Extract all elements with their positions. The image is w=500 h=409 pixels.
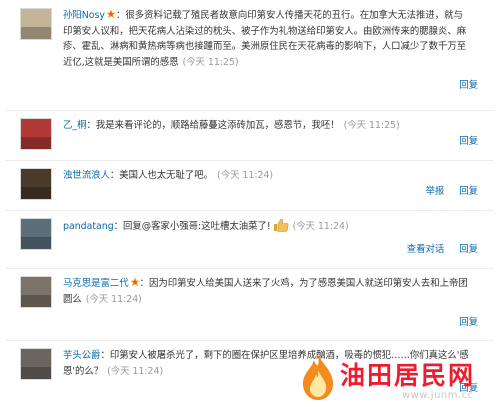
site-watermark: 油田居民网 www.junm.cc bbox=[292, 352, 500, 409]
user-avatar[interactable] bbox=[20, 218, 52, 250]
user-avatar[interactable] bbox=[20, 348, 52, 380]
reply-link[interactable]: 回复 bbox=[459, 186, 478, 197]
username-link[interactable]: 芋头公爵 bbox=[63, 350, 101, 361]
username-link[interactable]: pandatang bbox=[63, 221, 114, 232]
username-link[interactable]: 孙阳Nosy bbox=[63, 10, 105, 21]
reply-link[interactable]: 回复 bbox=[459, 244, 478, 255]
user-avatar[interactable] bbox=[20, 168, 52, 200]
watermark-url: www.junm.cc bbox=[402, 390, 474, 401]
comment-time: (今天 11:24) bbox=[292, 221, 349, 232]
comment-text: ：我是来看评论的，顺路给藤蔓这添砖加瓦，感恩节，我呸！ bbox=[86, 120, 340, 131]
comment-body: 乙_桐：我是来看评论的，顺路给藤蔓这添砖加瓦，感恩节，我呸！ (今天 11:25) bbox=[63, 118, 470, 134]
verified-star-icon bbox=[106, 9, 116, 19]
comment-time: (今天 11:24) bbox=[107, 365, 164, 377]
comment-text: ：美国人也太无耻了吧。 bbox=[109, 170, 214, 181]
comment-item: pandatang：回复@客家小强哥:这吐槽太油菜了! (今天 11:24) 查看… bbox=[6, 210, 494, 269]
reply-link[interactable]: 回复 bbox=[459, 80, 478, 91]
username-link[interactable]: 乙_桐 bbox=[63, 120, 86, 131]
comment-actions: 查看对话 回复 bbox=[395, 241, 478, 255]
comment-actions: 回复 bbox=[447, 77, 478, 91]
watermark-logo-text: 油田居民网 bbox=[340, 361, 476, 390]
thumbs-up-emoticon-icon bbox=[273, 218, 289, 232]
comment-time: (今天 11:24) bbox=[217, 170, 274, 181]
user-avatar[interactable] bbox=[20, 118, 52, 150]
comment-time: (今天 11:24) bbox=[85, 293, 142, 305]
comment-item: 浊世流浪人：美国人也太无耻了吧。 (今天 11:24) 举报 回复 bbox=[6, 160, 494, 211]
comment-body: pandatang：回复@客家小强哥:这吐槽太油菜了! (今天 11:24) bbox=[63, 218, 470, 235]
user-avatar[interactable] bbox=[20, 276, 52, 308]
username-link[interactable]: 马克思是富二代 bbox=[63, 278, 129, 289]
flame-logo-icon bbox=[302, 354, 334, 400]
comment-item: 马克思是富二代 ：因为印第安人给美国人送来了火鸡，为了感恩美国人就送印第安人去和上… bbox=[6, 268, 494, 341]
comment-body: 孙阳Nosy ：很多资料记载了殖民者故意向印第安人传播天花的丑行。在加拿大无法推进… bbox=[63, 8, 470, 70]
verified-star-icon bbox=[129, 277, 140, 287]
comment-body: 马克思是富二代 ：因为印第安人给美国人送来了火鸡，为了感恩美国人就送印第安人去和上… bbox=[63, 276, 470, 307]
reply-link[interactable]: 回复 bbox=[459, 317, 478, 328]
comment-time: (今天 11:25) bbox=[182, 56, 239, 68]
username-link[interactable]: 浊世流浪人 bbox=[63, 170, 110, 181]
view-conversation-link[interactable]: 查看对话 bbox=[407, 244, 445, 255]
comment-item: 乙_桐：我是来看评论的，顺路给藤蔓这添砖加瓦，感恩节，我呸！ (今天 11:25)… bbox=[6, 110, 494, 161]
comment-item: 孙阳Nosy ：很多资料记载了殖民者故意向印第安人传播天花的丑行。在加拿大无法推进… bbox=[6, 0, 494, 111]
comment-actions: 回复 bbox=[447, 314, 478, 328]
comment-text: ：很多资料记载了殖民者故意向印第安人传播天花的丑行。在加拿大无法推进，就与印第安… bbox=[63, 10, 467, 68]
comment-actions: 举报 回复 bbox=[413, 183, 478, 197]
comment-actions: 回复 bbox=[447, 133, 478, 147]
comment-time: (今天 11:25) bbox=[343, 120, 400, 131]
comment-body: 浊世流浪人：美国人也太无耻了吧。 (今天 11:24) bbox=[63, 168, 470, 184]
reply-link[interactable]: 回复 bbox=[459, 136, 478, 147]
user-avatar[interactable] bbox=[20, 8, 52, 40]
report-link[interactable]: 举报 bbox=[425, 186, 444, 197]
comment-text: ：回复@客家小强哥:这吐槽太油菜了! bbox=[113, 221, 271, 232]
